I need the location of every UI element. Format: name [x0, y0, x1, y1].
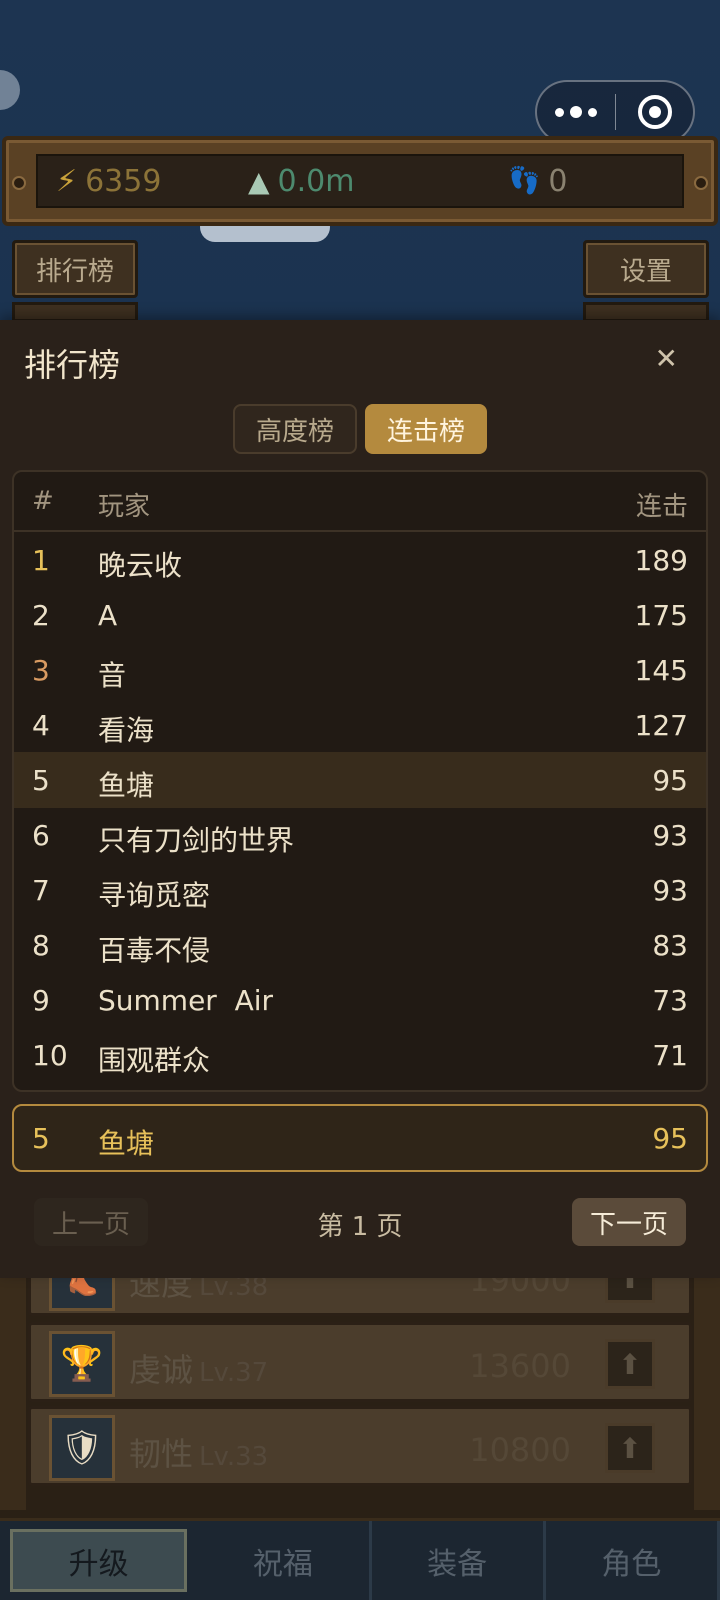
my-name: 鱼塘	[98, 1127, 155, 1160]
row-player: 音	[98, 659, 127, 692]
table-row[interactable]: 9 Summer Air 73	[14, 972, 706, 1028]
column-rank: #	[32, 486, 54, 516]
side-button	[12, 302, 138, 322]
rivet-icon	[694, 176, 708, 190]
row-player: 寻询觅密	[98, 879, 211, 912]
footprints-icon: 👣	[508, 166, 541, 196]
height-stat: ▲ 0.0m	[248, 164, 354, 199]
row-rank: 5	[32, 764, 50, 797]
tab-combo-ranking[interactable]: 连击榜	[365, 404, 487, 454]
row-player: Summer Air	[98, 984, 274, 1017]
row-player: 鱼塘	[98, 769, 155, 802]
table-row[interactable]: 8 百毒不侵 83	[14, 917, 706, 973]
column-player: 玩家	[98, 492, 151, 522]
row-player: 百毒不侵	[98, 934, 211, 967]
row-rank: 8	[32, 929, 50, 962]
upgrade-cost: 10800	[469, 1431, 571, 1469]
table-row[interactable]: 1 晚云收 189	[14, 532, 706, 588]
stats-bar: ⚡ 6359 ▲ 0.0m 👣 0	[2, 136, 718, 226]
upgrade-name: 韧性	[129, 1435, 194, 1473]
row-rank: 10	[32, 1039, 68, 1072]
table-header: # 玩家 连击	[14, 472, 706, 532]
height-value: 0.0m	[277, 163, 355, 199]
row-score: 95	[652, 764, 688, 797]
row-score: 93	[652, 819, 688, 852]
close-miniprogram-icon[interactable]	[616, 95, 693, 129]
tab-equipment[interactable]: 装备	[372, 1521, 546, 1600]
steps-stat: 👣 0	[508, 164, 567, 199]
upgrade-level: Lv.33	[199, 1442, 269, 1472]
row-player: 围观群众	[98, 1044, 211, 1077]
mountain-icon: ▲	[248, 164, 270, 198]
leaderboard-modal: 排行榜 ✕ 高度榜 连击榜 # 玩家 连击 1 晚云收 189 2 A 1 7 5 …	[0, 320, 720, 1278]
row-score: 189	[634, 544, 688, 577]
rivet-icon	[12, 176, 26, 190]
row-rank: 6	[32, 819, 50, 852]
my-rank-card: 5 鱼塘 95	[12, 1104, 708, 1172]
row-score: 175	[634, 599, 688, 632]
tab-upgrade[interactable]: 升级	[10, 1529, 188, 1592]
frame-border	[694, 1260, 720, 1510]
leaderboard-button[interactable]: 排行榜	[12, 240, 138, 298]
table-row-current-user[interactable]: 5 鱼塘 95	[14, 752, 706, 808]
upgrade-row-piety: 🏆 虔诚 Lv.37 13600 ⬆	[28, 1322, 692, 1402]
row-score: 73	[652, 984, 688, 1017]
side-button	[583, 302, 709, 322]
tab-character[interactable]: 角色	[546, 1521, 720, 1600]
energy-stat: ⚡ 6359	[56, 164, 161, 199]
leaderboard-table: # 玩家 连击 1 晚云收 189 2 A 175 3 音 145 4 看海 1…	[12, 470, 708, 1092]
table-row[interactable]: 4 看海 127	[14, 697, 706, 753]
table-row[interactable]: 10 围观群众 71	[14, 1027, 706, 1083]
row-player: 晚云收	[98, 549, 183, 582]
upgrade-cost: 13600	[469, 1347, 571, 1385]
row-score: 71	[652, 1039, 688, 1072]
table-row[interactable]: 7 寻询觅密 93	[14, 862, 706, 918]
tab-blessing[interactable]: 祝福	[197, 1521, 372, 1600]
shield-icon: 🛡	[49, 1415, 115, 1481]
pagination: 上一页 第 1 页 下一页	[0, 1198, 720, 1248]
upgrade-name: 虔诚	[129, 1351, 194, 1389]
row-score: 127	[634, 709, 688, 742]
table-row[interactable]: 6 只有刀剑的世界 93	[14, 807, 706, 863]
row-rank: 2	[32, 599, 50, 632]
settings-button[interactable]: 设置	[583, 240, 709, 298]
row-score: 145	[634, 654, 688, 687]
row-rank: 4	[32, 709, 50, 742]
energy-value: 6359	[85, 163, 162, 199]
tab-height-ranking[interactable]: 高度榜	[233, 404, 357, 454]
my-score: 95	[652, 1122, 688, 1155]
upgrade-arrow-button[interactable]: ⬆	[605, 1339, 655, 1389]
row-rank: 9	[32, 984, 50, 1017]
table-row[interactable]: 2 A 175	[14, 587, 706, 643]
mini-program-capsule	[535, 80, 695, 144]
upgrade-level: Lv.37	[199, 1358, 269, 1388]
lightning-icon: ⚡	[56, 163, 78, 199]
modal-title: 排行榜	[24, 346, 121, 384]
steps-value: 0	[548, 163, 568, 199]
row-rank: 3	[32, 654, 50, 687]
row-score: 93	[652, 874, 688, 907]
my-rank: 5	[32, 1122, 50, 1155]
next-page-button[interactable]: 下一页	[572, 1198, 686, 1246]
row-score: 83	[652, 929, 688, 962]
column-combo: 连击	[635, 492, 688, 522]
row-player: 只有刀剑的世界	[98, 824, 295, 857]
row-rank: 7	[32, 874, 50, 907]
chalice-icon: 🏆	[49, 1331, 115, 1397]
upgrade-arrow-button[interactable]: ⬆	[605, 1423, 655, 1473]
bottom-tab-bar: 升级 祝福 装备 角色	[0, 1518, 720, 1600]
row-player: A	[98, 599, 118, 632]
table-row[interactable]: 3 音 145	[14, 642, 706, 698]
row-rank: 1	[32, 544, 50, 577]
frame-border	[0, 1260, 26, 1510]
upgrade-row-toughness: 🛡 韧性 Lv.33 10800 ⬆	[28, 1406, 692, 1486]
more-icon[interactable]	[537, 82, 615, 142]
row-player: 看海	[98, 714, 155, 747]
close-icon[interactable]: ✕	[655, 342, 678, 375]
